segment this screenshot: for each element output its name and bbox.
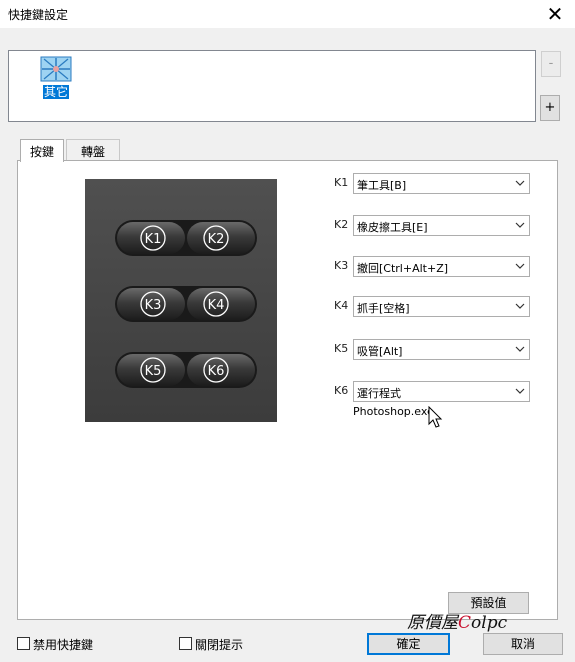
key-k1-value: 筆工具[B] — [357, 179, 407, 192]
cancel-button[interactable]: 取消 — [483, 633, 563, 655]
key-row-k4: K4 抓手[空格] — [334, 296, 534, 318]
key-k5-value: 吸管[Alt] — [357, 345, 403, 358]
chevron-down-icon — [515, 222, 525, 228]
key-k3-select[interactable]: 撤回[Ctrl+Alt+Z] — [353, 256, 530, 277]
keypad-key-k3: K3 — [145, 298, 162, 313]
chevron-down-icon — [515, 388, 525, 394]
app-star-icon — [40, 56, 72, 82]
key-label: K2 — [334, 218, 349, 231]
remove-app-button[interactable]: - — [541, 51, 561, 77]
key-row-k5: K5 吸管[Alt] — [334, 339, 534, 361]
ok-button[interactable]: 確定 — [367, 633, 450, 655]
key-k2-value: 橡皮擦工具[E] — [357, 221, 428, 234]
keypad-key-k2: K2 — [208, 232, 225, 247]
key-row-k1: K1 筆工具[B] — [334, 173, 534, 195]
checkbox-label: 禁用快捷鍵 — [33, 638, 94, 652]
watermark-accent: C — [458, 613, 472, 633]
close-icon[interactable]: ✕ — [543, 2, 567, 26]
key-k6-value: 運行程式 — [357, 387, 401, 400]
keypad-key-k6: K6 — [208, 364, 225, 379]
key-k2-select[interactable]: 橡皮擦工具[E] — [353, 215, 530, 236]
close-tips-checkbox[interactable]: 關閉提示 — [179, 636, 279, 652]
chevron-down-icon — [515, 303, 525, 309]
mouse-cursor-icon — [428, 406, 443, 428]
key-k3-value: 撤回[Ctrl+Alt+Z] — [357, 262, 449, 275]
chevron-down-icon — [515, 346, 525, 352]
key-label: K3 — [334, 259, 349, 272]
tab-dial[interactable]: 轉盤 — [66, 139, 120, 161]
keypad-image: K1 K2 K3 K4 K5 K6 — [85, 179, 277, 422]
key-label: K6 — [334, 384, 349, 397]
chevron-down-icon — [515, 263, 525, 269]
key-label: K1 — [334, 176, 349, 189]
key-label: K4 — [334, 299, 349, 312]
watermark-logo: 原價屋Colpc — [407, 608, 507, 633]
key-row-k2: K2 橡皮擦工具[E] — [334, 215, 534, 237]
key-k6-select[interactable]: 運行程式 — [353, 381, 530, 402]
window-title: 快捷鍵設定 — [8, 8, 69, 22]
tab-keys[interactable]: 按鍵 — [20, 139, 64, 162]
key-row-k3: K3 撤回[Ctrl+Alt+Z] — [334, 256, 534, 278]
chevron-down-icon — [515, 180, 525, 186]
checkbox-box[interactable] — [179, 637, 192, 650]
keypad-key-k4: K4 — [208, 298, 225, 313]
checkbox-box[interactable] — [17, 637, 30, 650]
disable-shortcuts-checkbox[interactable]: 禁用快捷鍵 — [17, 636, 117, 652]
key-k4-select[interactable]: 抓手[空格] — [353, 296, 530, 317]
key-k4-value: 抓手[空格] — [357, 302, 410, 315]
add-app-button[interactable]: + — [540, 95, 560, 121]
keypad-key-k1: K1 — [145, 232, 162, 247]
watermark-prefix: 原價屋 — [407, 613, 458, 633]
app-item-other[interactable]: 其它 — [39, 56, 73, 99]
watermark-suffix: olpc — [471, 613, 508, 633]
keypad-key-k5: K5 — [145, 364, 162, 379]
checkbox-label: 關閉提示 — [195, 638, 244, 652]
key-k1-select[interactable]: 筆工具[B] — [353, 173, 530, 194]
key-label: K5 — [334, 342, 349, 355]
program-path: Photoshop.exe — [353, 405, 434, 418]
application-list[interactable]: 其它 — [8, 50, 536, 122]
key-k5-select[interactable]: 吸管[Alt] — [353, 339, 530, 360]
app-item-label: 其它 — [42, 85, 69, 99]
title-bar: 快捷鍵設定 ✕ — [0, 0, 575, 28]
